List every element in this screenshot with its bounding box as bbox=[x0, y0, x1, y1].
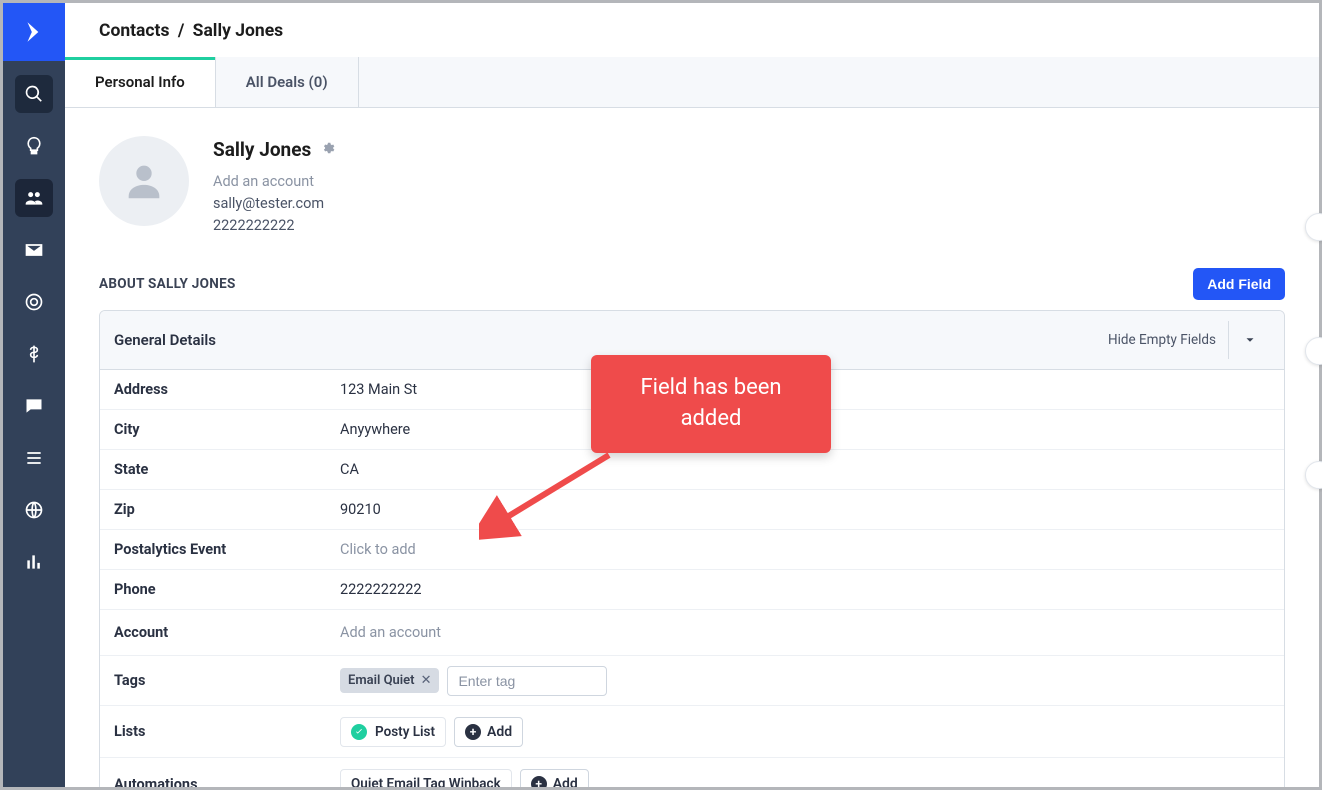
breadcrumb: Contacts / Sally Jones bbox=[65, 3, 1319, 57]
target-icon bbox=[24, 292, 44, 312]
sidebar-site[interactable] bbox=[15, 491, 53, 529]
people-icon bbox=[24, 188, 44, 208]
add-field-button[interactable]: Add Field bbox=[1193, 268, 1285, 300]
field-label: City bbox=[114, 421, 340, 438]
edge-widgets bbox=[1291, 213, 1319, 489]
sidebar bbox=[3, 3, 65, 787]
field-postalytics-event[interactable]: Postalytics Event Click to add bbox=[100, 530, 1284, 570]
envelope-icon bbox=[24, 240, 44, 260]
contact-name: Sally Jones bbox=[213, 138, 311, 161]
field-value: CA bbox=[340, 461, 1270, 478]
field-value-placeholder: Click to add bbox=[340, 541, 1270, 558]
panel-collapse-toggle[interactable] bbox=[1228, 321, 1270, 359]
lightbulb-icon bbox=[24, 136, 44, 156]
add-list-button[interactable]: + Add bbox=[454, 717, 523, 747]
annotation-callout: Field has been added bbox=[591, 355, 831, 453]
sidebar-deals[interactable] bbox=[15, 335, 53, 373]
tab-all-deals[interactable]: All Deals (0) bbox=[216, 57, 359, 107]
avatar[interactable] bbox=[99, 136, 189, 226]
plus-icon: + bbox=[531, 776, 547, 787]
field-value: 90210 bbox=[340, 501, 1270, 518]
list-chip-label: Posty List bbox=[375, 724, 435, 740]
sidebar-lists[interactable] bbox=[15, 439, 53, 477]
close-icon[interactable]: ✕ bbox=[421, 673, 432, 688]
chat-icon bbox=[24, 396, 44, 416]
chevron-down-icon bbox=[1243, 333, 1257, 347]
field-value-placeholder: Add an account bbox=[340, 624, 1270, 641]
edge-widget-1[interactable] bbox=[1305, 213, 1322, 241]
field-label: Phone bbox=[114, 581, 340, 598]
field-automations: Automations Quiet Email Tag Winback + Ad… bbox=[100, 758, 1284, 787]
add-label: Add bbox=[487, 724, 512, 740]
add-automation-button[interactable]: + Add bbox=[520, 769, 589, 787]
field-state[interactable]: State CA bbox=[100, 450, 1284, 490]
contact-phone: 2222222222 bbox=[213, 215, 335, 237]
chevron-logo-icon bbox=[21, 19, 47, 45]
field-zip[interactable]: Zip 90210 bbox=[100, 490, 1284, 530]
tag-chip[interactable]: Email Quiet ✕ bbox=[340, 668, 439, 693]
sidebar-automations[interactable] bbox=[15, 283, 53, 321]
sidebar-campaigns[interactable] bbox=[15, 231, 53, 269]
about-title: ABOUT SALLY JONES bbox=[99, 276, 236, 292]
automation-chip-label: Quiet Email Tag Winback bbox=[351, 776, 501, 787]
check-icon bbox=[351, 724, 367, 740]
automation-chip[interactable]: Quiet Email Tag Winback bbox=[340, 769, 512, 787]
field-label: Tags bbox=[114, 672, 340, 689]
edge-widget-3[interactable] bbox=[1305, 461, 1322, 489]
sidebar-reports[interactable] bbox=[15, 543, 53, 581]
edge-widget-2[interactable] bbox=[1305, 337, 1322, 365]
sidebar-conversations[interactable] bbox=[15, 387, 53, 425]
tab-personal-info[interactable]: Personal Info bbox=[65, 57, 216, 107]
hide-empty-fields[interactable]: Hide Empty Fields bbox=[1096, 324, 1228, 356]
add-account-link[interactable]: Add an account bbox=[213, 171, 335, 193]
bar-chart-icon bbox=[24, 552, 44, 572]
sidebar-search[interactable] bbox=[15, 75, 53, 113]
field-phone[interactable]: Phone 2222222222 bbox=[100, 570, 1284, 610]
search-icon bbox=[24, 84, 44, 104]
field-value: 2222222222 bbox=[340, 581, 1270, 598]
list-icon bbox=[24, 448, 44, 468]
annotation-text: Field has been added bbox=[640, 375, 781, 431]
dollar-icon bbox=[24, 344, 44, 364]
field-label: State bbox=[114, 461, 340, 478]
add-label: Add bbox=[553, 776, 578, 787]
field-account[interactable]: Account Add an account bbox=[100, 610, 1284, 656]
sidebar-contacts[interactable] bbox=[15, 179, 53, 217]
field-lists: Lists Posty List + Add bbox=[100, 706, 1284, 758]
globe-icon bbox=[24, 500, 44, 520]
person-icon bbox=[121, 158, 167, 204]
field-tags: Tags Email Quiet ✕ bbox=[100, 656, 1284, 706]
list-chip[interactable]: Posty List bbox=[340, 717, 446, 747]
field-label: Address bbox=[114, 381, 340, 398]
plus-icon: + bbox=[465, 724, 481, 740]
field-label: Automations bbox=[114, 776, 340, 787]
contact-email: sally@tester.com bbox=[213, 193, 335, 215]
field-label: Account bbox=[114, 624, 340, 641]
field-label: Lists bbox=[114, 723, 340, 740]
tag-chip-label: Email Quiet bbox=[348, 673, 415, 688]
tabs: Personal Info All Deals (0) bbox=[65, 57, 1319, 108]
tag-input[interactable] bbox=[447, 666, 607, 696]
gear-icon[interactable] bbox=[321, 140, 335, 159]
tab-label: Personal Info bbox=[95, 73, 185, 91]
panel-title: General Details bbox=[114, 331, 216, 349]
field-label: Postalytics Event bbox=[114, 541, 340, 558]
breadcrumb-root[interactable]: Contacts bbox=[99, 21, 169, 41]
sidebar-ideas[interactable] bbox=[15, 127, 53, 165]
field-label: Zip bbox=[114, 501, 340, 518]
breadcrumb-current: Sally Jones bbox=[193, 21, 283, 41]
tab-label: All Deals (0) bbox=[246, 73, 328, 91]
app-logo[interactable] bbox=[3, 3, 65, 61]
